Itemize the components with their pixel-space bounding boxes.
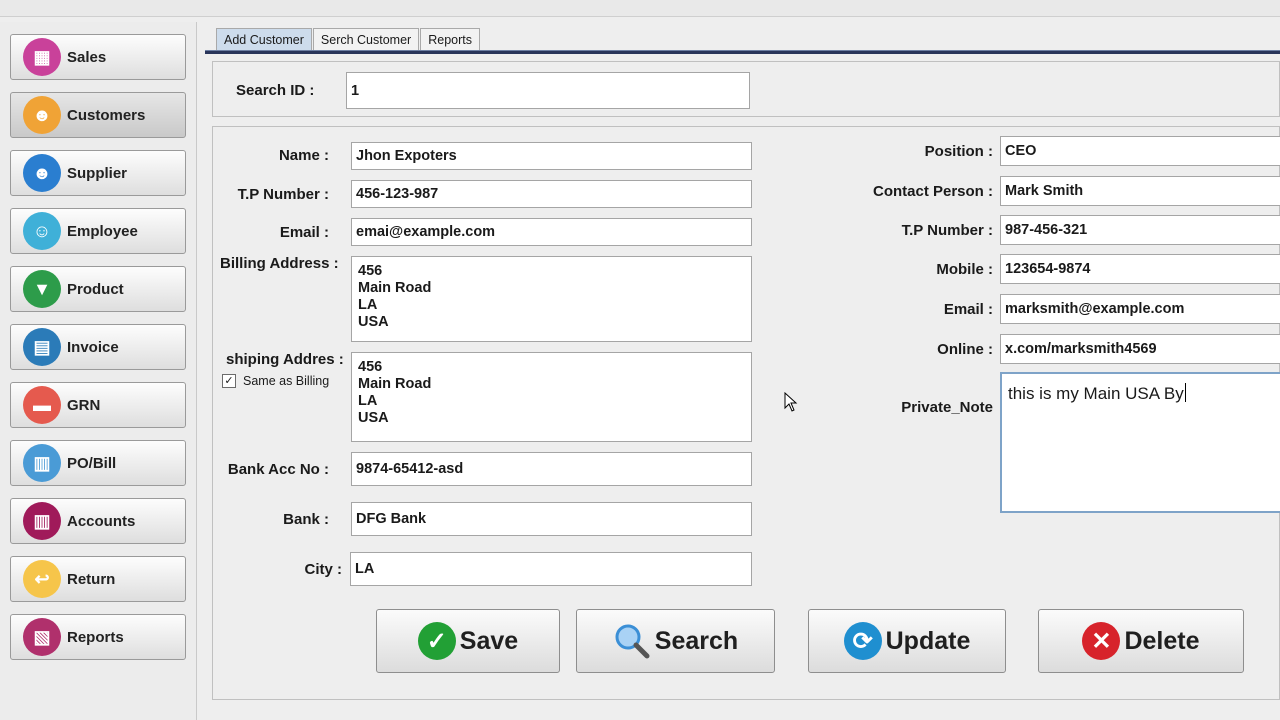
employee-person-icon: ☺ [23, 212, 61, 250]
online-input[interactable]: x.com/marksmith4569 [1000, 334, 1280, 364]
sidebar-item-accounts[interactable]: ▥ Accounts [10, 498, 186, 544]
sidebar-item-employee[interactable]: ☺ Employee [10, 208, 186, 254]
name-label: Name : [278, 147, 329, 164]
sidebar-item-return[interactable]: ↩ Return [10, 556, 186, 602]
contact-email-label: Email : [943, 301, 993, 318]
bank-icon: ▥ [23, 502, 61, 540]
sidebar-item-reports[interactable]: ▧ Reports [10, 614, 186, 660]
sidebar-item-label: Invoice [67, 338, 119, 356]
check-circle-icon: ✓ [417, 622, 456, 660]
return-arrow-icon: ↩ [23, 560, 61, 598]
sidebar-item-invoice[interactable]: ▤ Invoice [10, 324, 186, 370]
sidebar-item-label: GRN [67, 396, 101, 414]
private-note-textarea[interactable]: this is my Main USA By [1000, 372, 1280, 513]
sidebar-item-product[interactable]: ▼ Product [10, 266, 186, 312]
tshirt-icon: ▼ [23, 270, 61, 308]
bank-label: Bank : [283, 511, 329, 528]
tab-add-customer[interactable]: Add Customer [216, 28, 312, 51]
sidebar-item-label: Product [67, 280, 124, 298]
text-caret [1184, 383, 1186, 402]
search-button-label: Search [654, 626, 739, 655]
city-input[interactable]: LA [350, 552, 752, 586]
magnifier-icon [613, 622, 651, 660]
supplier-worker-icon: ☻ [23, 154, 61, 192]
sidebar-item-label: Sales [67, 48, 107, 66]
contact-tp-number-input[interactable]: 987-456-321 [1000, 215, 1280, 245]
contact-tp-number-label: T.P Number : [901, 222, 993, 239]
title-bar-strip [0, 0, 1280, 17]
sidebar-item-supplier[interactable]: ☻ Supplier [10, 150, 186, 196]
search-id-input[interactable]: 1 [346, 72, 750, 109]
sidebar-item-label: Reports [67, 628, 124, 646]
grn-document-icon: ▬ [23, 386, 61, 424]
email-input[interactable]: emai@example.com [351, 218, 752, 246]
basket-icon: ▦ [23, 38, 61, 76]
billing-line: LA [358, 297, 378, 313]
save-button[interactable]: ✓ Save [376, 609, 560, 673]
search-button[interactable]: Search [576, 609, 775, 673]
email-label: Email : [279, 224, 329, 241]
sidebar-item-label: Employee [67, 222, 138, 240]
sidebar-item-label: Supplier [67, 164, 128, 182]
sidebar-item-po-bill[interactable]: ▥ PO/Bill [10, 440, 186, 486]
billing-address-textarea[interactable]: 456 Main Road LA USA [351, 256, 752, 342]
mouse-pointer-icon [784, 392, 798, 412]
contact-person-input[interactable]: Mark Smith [1000, 176, 1280, 206]
name-input[interactable]: Jhon Expoters [351, 142, 752, 170]
tp-number-label: T.P Number : [237, 186, 329, 203]
shipping-address-label: shiping Addres : [226, 351, 344, 368]
billing-line: 456 [358, 263, 383, 279]
notebook-icon: ▥ [23, 444, 61, 482]
sidebar-item-sales[interactable]: ▦ Sales [10, 34, 186, 80]
online-label: Online : [937, 341, 993, 358]
tab-search-customer[interactable]: Serch Customer [312, 28, 420, 51]
sidebar-item-customers[interactable]: ☻ Customers [10, 92, 186, 138]
bank-acc-input[interactable]: 9874-65412-asd [351, 452, 752, 486]
shipping-line: USA [358, 410, 389, 426]
same-as-billing-checkbox[interactable]: ✓ Same as Billing [222, 374, 329, 388]
contact-email-input[interactable]: marksmith@example.com [1000, 294, 1280, 324]
tp-number-input[interactable]: 456-123-987 [351, 180, 752, 208]
private-note-text: this is my Main USA By [1008, 384, 1184, 403]
reports-icon: ▧ [23, 618, 61, 656]
shipping-address-textarea[interactable]: 456 Main Road LA USA [351, 352, 752, 442]
billing-line: Main Road [358, 280, 432, 296]
shipping-line: Main Road [358, 376, 432, 392]
contact-person-label: Contact Person : [872, 183, 993, 200]
tab-underline [205, 50, 1280, 54]
bank-acc-label: Bank Acc No : [227, 461, 329, 478]
tab-bar: Add Customer Serch Customer Reports [216, 28, 481, 52]
mobile-label: Mobile : [936, 261, 993, 278]
sidebar-item-label: Return [67, 570, 116, 588]
position-label: Position : [924, 143, 993, 160]
refresh-icon: ⟳ [843, 622, 882, 660]
sidebar-item-label: Customers [67, 106, 146, 124]
delete-button-label: Delete [1124, 626, 1200, 655]
private-note-label: Private_Note [901, 399, 993, 416]
tab-reports[interactable]: Reports [420, 28, 480, 51]
checkbox-check-icon[interactable]: ✓ [222, 374, 236, 388]
update-button-label: Update [885, 626, 971, 655]
customer-person-icon: ☻ [23, 96, 61, 134]
delete-button[interactable]: ✕ Delete [1038, 609, 1244, 673]
same-as-billing-label: Same as Billing [243, 374, 330, 388]
update-button[interactable]: ⟳ Update [808, 609, 1006, 673]
sidebar-item-label: PO/Bill [67, 454, 117, 472]
bank-input[interactable]: DFG Bank [351, 502, 752, 536]
billing-address-label: Billing Address : [220, 255, 339, 272]
shipping-line: LA [358, 393, 378, 409]
mobile-input[interactable]: 123654-9874 [1000, 254, 1280, 284]
billing-line: USA [358, 314, 389, 330]
x-circle-icon: ✕ [1082, 622, 1121, 660]
invoice-clipboard-icon: ▤ [23, 328, 61, 366]
search-id-label: Search ID : [236, 82, 315, 99]
sidebar-item-label: Accounts [67, 512, 136, 530]
sidebar-item-grn[interactable]: ▬ GRN [10, 382, 186, 428]
shipping-line: 456 [358, 359, 383, 375]
position-input[interactable]: CEO [1000, 136, 1280, 166]
save-button-label: Save [459, 626, 519, 655]
city-label: City : [304, 561, 343, 578]
